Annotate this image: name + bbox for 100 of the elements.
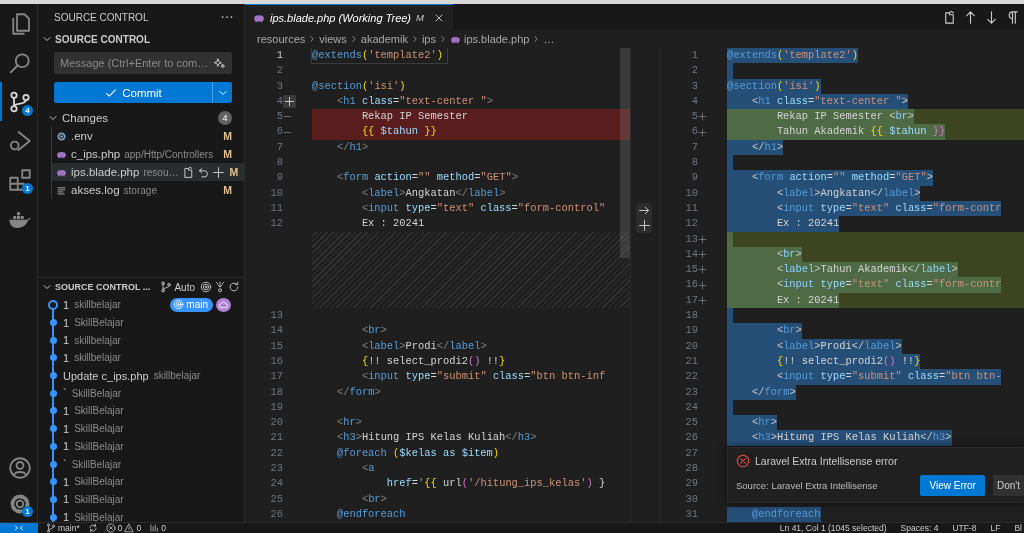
code-line: Rekap IP Semester [360, 109, 468, 125]
line-number: 28 [685, 462, 698, 474]
ports-indicator[interactable]: 0 [149, 523, 166, 533]
code-line: <br> [360, 491, 387, 507]
line-number: 16 [270, 354, 283, 367]
commit-button[interactable]: Commit [54, 82, 212, 103]
commit-author: skillbelajar [74, 334, 121, 346]
code-line: <a [360, 461, 375, 477]
file-row[interactable]: c_ips.php app/Http/Controllers M [52, 145, 244, 163]
breadcrumb[interactable]: resources [257, 33, 306, 45]
line-number: 17 [270, 370, 283, 383]
branch-mode-label[interactable]: Auto [174, 281, 195, 293]
commit-message[interactable]: 1 [63, 440, 70, 453]
status-item[interactable]: Ln 41, Col 1 (1045 selected) [779, 523, 887, 533]
section-title[interactable]: SOURCE CONTROL [55, 33, 150, 45]
code-line: {{ $tahun }} [360, 124, 437, 140]
line-number: 10 [685, 186, 698, 199]
problems-indicator[interactable]: 0 0 [105, 523, 142, 533]
line-number: 8 [691, 156, 698, 169]
line-number: 22 [270, 446, 283, 459]
line-number: 11 [685, 201, 698, 214]
notification-button[interactable]: View Error [920, 475, 985, 496]
code-line: @section('isi') [312, 78, 406, 94]
commit-author: SkillBelajar [74, 423, 124, 435]
line-number: 22 [685, 370, 698, 383]
commit-author: SkillBelajar [71, 458, 122, 470]
line-number: 1 [276, 49, 283, 61]
section-title[interactable]: SOURCE CONTROL ... [55, 282, 159, 292]
file-row[interactable]: akses.log storage M [52, 181, 244, 199]
commit-message[interactable]: 1 [63, 316, 70, 329]
line-number: 4 [691, 94, 698, 107]
commit-author: skillbelajar [74, 299, 121, 311]
code-line: <h3>Hitung IPS Kelas Kuliah</h3> [335, 430, 537, 446]
message-field[interactable]: Message (Ctrl+Enter to com… [54, 52, 232, 74]
commit-message[interactable]: 1 [63, 422, 70, 435]
breadcrumb[interactable]: akademik [360, 33, 408, 45]
breadcrumb[interactable]: views [319, 33, 347, 45]
breadcrumb[interactable]: ips [421, 33, 436, 45]
commit-message[interactable]: Update c_ips.php [63, 369, 149, 382]
commit-author: SkillBelajar [74, 440, 124, 452]
commit-message[interactable]: 1 [63, 334, 70, 347]
code-line: Ex : 20241 [360, 216, 425, 232]
line-number: 19 [270, 400, 283, 413]
line-number: 24 [685, 400, 698, 413]
line-number: 9 [691, 171, 698, 184]
line-number: 24 [270, 477, 283, 490]
line-number: 20 [270, 416, 283, 429]
commit-author: SkillBelajar [74, 476, 124, 488]
commit-message[interactable]: 1 [63, 404, 70, 417]
breadcrumb[interactable]: ips.blade.php [449, 33, 530, 45]
commit-author: SkillBelajar [74, 493, 124, 505]
line-number: 1 [691, 49, 698, 61]
line-number: 23 [270, 462, 283, 475]
commit-message[interactable]: 1 [63, 493, 70, 506]
line-number: 26 [685, 431, 698, 444]
status-item[interactable]: LF [990, 523, 1001, 533]
commit-message[interactable]: 1 [63, 351, 70, 364]
line-number: 18 [685, 309, 698, 322]
line-number: 16 [685, 278, 698, 291]
line-number: 3 [276, 79, 283, 92]
line-number: 7 [276, 140, 283, 153]
commit-message[interactable]: 1 [63, 298, 70, 311]
line-number: 31 [685, 507, 698, 520]
line-number: 14 [685, 247, 698, 260]
commit-message[interactable]: 1 [63, 475, 70, 488]
breadcrumb[interactable]: … [543, 33, 555, 45]
line-number: 11 [270, 201, 283, 214]
commit-message[interactable]: 1 [63, 511, 70, 522]
file-row[interactable]: ips.blade.php resou… M [52, 163, 244, 181]
line-number: 12 [685, 217, 698, 230]
line-number: 26 [270, 507, 283, 520]
commit-message[interactable]: ` [63, 458, 67, 471]
code-line: <label>Angkatan</label> [360, 185, 506, 201]
status-item[interactable]: Spaces: 4 [900, 523, 939, 533]
commit-message[interactable]: ` [63, 387, 67, 400]
notification-title: Laravel Extra Intellisense error [755, 455, 898, 467]
commit-author: skillbelajar [74, 352, 121, 364]
line-number: 13 [685, 232, 698, 245]
status-item[interactable]: UTF-8 [952, 523, 977, 533]
line-number: 15 [270, 339, 283, 352]
line-number: 21 [270, 431, 283, 444]
file-row[interactable]: .env M [52, 127, 244, 145]
line-number: 5 [276, 110, 283, 123]
line-number: 14 [270, 324, 283, 337]
line-number: 19 [685, 324, 698, 337]
editor-tab[interactable]: ips.blade.php (Working Tree) M [245, 4, 453, 30]
line-number: 25 [685, 416, 698, 429]
notification-source: Source: Laravel Extra Intellisense [736, 480, 878, 491]
line-number: 10 [270, 186, 283, 199]
status-item[interactable]: Bl [1014, 523, 1022, 533]
count-badge: 4 [218, 111, 232, 125]
line-number: 3 [691, 79, 698, 92]
changes-label[interactable]: Changes [62, 112, 215, 124]
branch-indicator[interactable]: main* [46, 523, 80, 533]
line-number: 2 [276, 64, 283, 77]
code-line: <h1 class="text-center "> [335, 93, 493, 109]
notification-button[interactable]: Don't [992, 475, 1024, 496]
code-line: @foreach ($kelas as $item) [335, 445, 500, 461]
line-number: 18 [270, 385, 283, 398]
line-number: 12 [270, 217, 283, 230]
